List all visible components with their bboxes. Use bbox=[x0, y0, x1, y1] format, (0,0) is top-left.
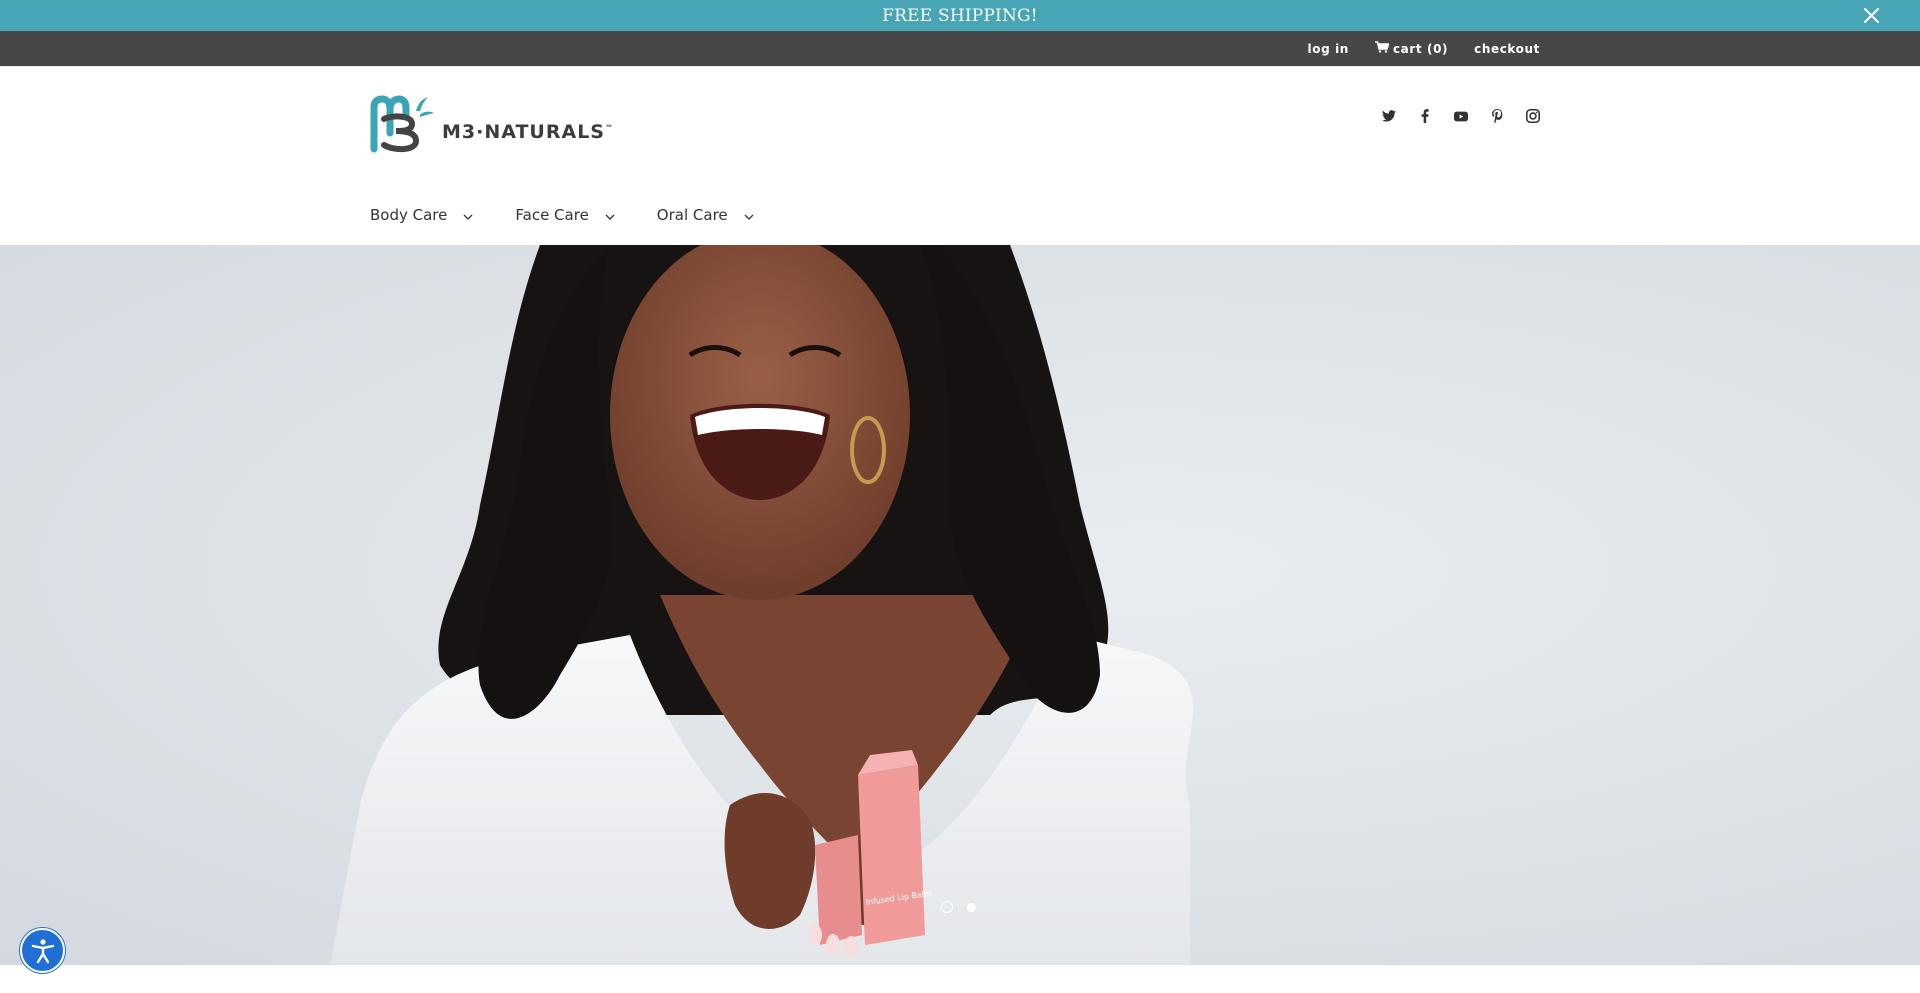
close-icon[interactable] bbox=[1861, 5, 1882, 26]
site-header: M3·NATURALS™ Body Care Face Care Oral Ca… bbox=[0, 66, 1920, 245]
nav-label: Body Care bbox=[370, 206, 448, 224]
nav-label: Oral Care bbox=[656, 206, 728, 224]
instagram-icon[interactable] bbox=[1526, 109, 1540, 123]
chevron-down-icon bbox=[744, 206, 754, 224]
cart-icon bbox=[1374, 41, 1390, 56]
hero-slideshow[interactable]: Infused Lip Balm bbox=[0, 245, 1920, 965]
slideshow-dots bbox=[941, 901, 976, 913]
login-link[interactable]: log in bbox=[1308, 42, 1349, 56]
nav-item-face-care[interactable]: Face Care bbox=[515, 206, 615, 224]
checkout-link[interactable]: checkout bbox=[1474, 42, 1540, 56]
social-links bbox=[1382, 109, 1540, 123]
twitter-icon[interactable] bbox=[1382, 109, 1396, 123]
nav-item-body-care[interactable]: Body Care bbox=[370, 206, 473, 224]
utility-bar: log in cart (0) checkout bbox=[0, 31, 1920, 66]
chevron-down-icon bbox=[605, 206, 615, 224]
announcement-text: FREE SHIPPING! bbox=[882, 5, 1038, 26]
main-nav: Body Care Face Care Oral Care bbox=[370, 206, 754, 224]
nav-item-oral-care[interactable]: Oral Care bbox=[657, 206, 754, 224]
logo-text: M3·NATURALS™ bbox=[442, 121, 614, 143]
pinterest-icon[interactable] bbox=[1490, 109, 1504, 123]
cart-link[interactable]: cart (0) bbox=[1374, 41, 1449, 56]
facebook-icon[interactable] bbox=[1418, 109, 1432, 123]
slide-dot-2[interactable] bbox=[967, 902, 976, 912]
nav-label: Face Care bbox=[515, 206, 589, 224]
hero-image: Infused Lip Balm bbox=[330, 245, 1194, 965]
login-label: log in bbox=[1307, 41, 1349, 56]
checkout-label: checkout bbox=[1474, 41, 1540, 56]
announcement-bar: FREE SHIPPING! bbox=[0, 0, 1920, 31]
cart-label: cart (0) bbox=[1392, 41, 1449, 56]
logo[interactable]: M3·NATURALS™ bbox=[370, 93, 614, 159]
accessibility-icon[interactable] bbox=[20, 928, 65, 973]
youtube-icon[interactable] bbox=[1454, 109, 1468, 123]
logo-trademark: ™ bbox=[605, 123, 614, 133]
logo-mark bbox=[370, 93, 436, 159]
logo-wordmark: M3·NATURALS bbox=[442, 121, 605, 143]
slide-dot-1[interactable] bbox=[941, 901, 953, 913]
chevron-down-icon bbox=[463, 206, 473, 224]
